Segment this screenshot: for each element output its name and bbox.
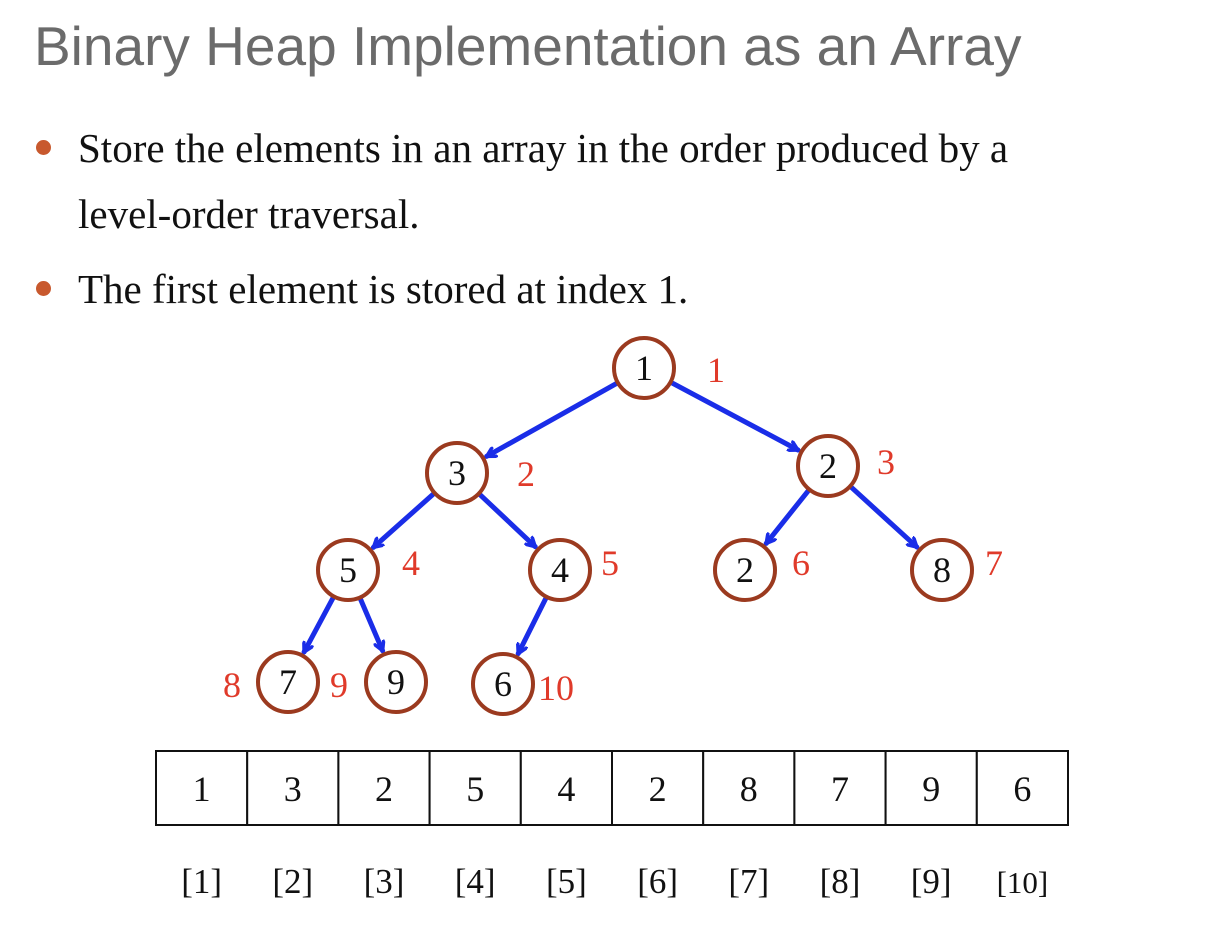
array-index-label: [10]: [997, 865, 1049, 900]
tree-edge-arrow: [373, 491, 436, 550]
array-cell-value: 7: [831, 769, 849, 809]
tree-node-value: 3: [448, 453, 466, 493]
tree-node-index: 2: [517, 454, 535, 494]
array-index-label: [8]: [820, 862, 861, 901]
array-index-label: [9]: [911, 862, 952, 901]
array-cell-value: 5: [466, 769, 484, 809]
array-cell-value: 2: [375, 769, 393, 809]
array-cell-value: 6: [1013, 769, 1031, 809]
heap-array: 1 3 2 5 4 2 8 7 9 6: [155, 750, 1069, 826]
array-index-label: [2]: [272, 862, 313, 901]
tree-node-index: 3: [877, 442, 895, 482]
array-index-label: [3]: [364, 862, 405, 901]
tree-node-value: 5: [339, 550, 357, 590]
tree-node-index: 7: [985, 543, 1003, 583]
array-index-labels: [1] [2] [3] [4] [5] [6] [7] [8] [9] [10]: [181, 862, 1048, 901]
tree-node-value: 7: [279, 662, 297, 702]
tree-node-value: 6: [494, 664, 512, 704]
tree-edge-arrow: [515, 596, 549, 654]
tree-node-index: 10: [538, 668, 574, 708]
tree-edge-arrow: [763, 488, 811, 543]
array-cell-value: 4: [557, 769, 575, 809]
array-cell-value: 3: [284, 769, 302, 809]
array-cell-value: 9: [922, 769, 940, 809]
heap-diagram: 1 13 2 2 35 4 4 5 2 6 8 778 99 6 10 1325428796 [1] [2][…: [155, 336, 1069, 901]
tree-node-index: 6: [792, 543, 810, 583]
tree-node-index: 1: [707, 350, 725, 390]
tree-edge-arrow: [849, 485, 917, 550]
array-index-label: [4]: [455, 862, 496, 901]
tree-node-value: 2: [819, 446, 837, 486]
tree-node-index: 8: [223, 665, 241, 705]
tree-node-value: 1: [635, 348, 653, 388]
tree-edge-arrow: [487, 381, 619, 459]
tree-nodes: 1 13 2 2 35 4 4 5 2 6 8 778 99 6 10: [223, 336, 1003, 716]
tree-node-value: 4: [551, 550, 569, 590]
tree-edges: [301, 380, 917, 654]
array-cell-value: 8: [740, 769, 758, 809]
array-index-label: [6]: [637, 862, 678, 901]
tree-edge-arrow: [301, 595, 336, 652]
array-cell-value: 2: [649, 769, 667, 809]
tree-node-index: 9: [330, 665, 348, 705]
tree-node-value: 2: [736, 550, 754, 590]
tree-edge-arrow: [669, 380, 798, 453]
tree-node-value: 9: [387, 662, 405, 702]
array-index-label: [1]: [181, 862, 222, 901]
tree-edge-arrow: [358, 596, 383, 650]
array-cell-value: 1: [193, 769, 211, 809]
tree-node-index: 4: [402, 543, 420, 583]
array-index-label: [7]: [728, 862, 769, 901]
tree-node-index: 5: [601, 543, 619, 583]
array-index-label: [5]: [546, 862, 587, 901]
tree-node-value: 8: [933, 550, 951, 590]
tree-edge-arrow: [477, 492, 535, 550]
